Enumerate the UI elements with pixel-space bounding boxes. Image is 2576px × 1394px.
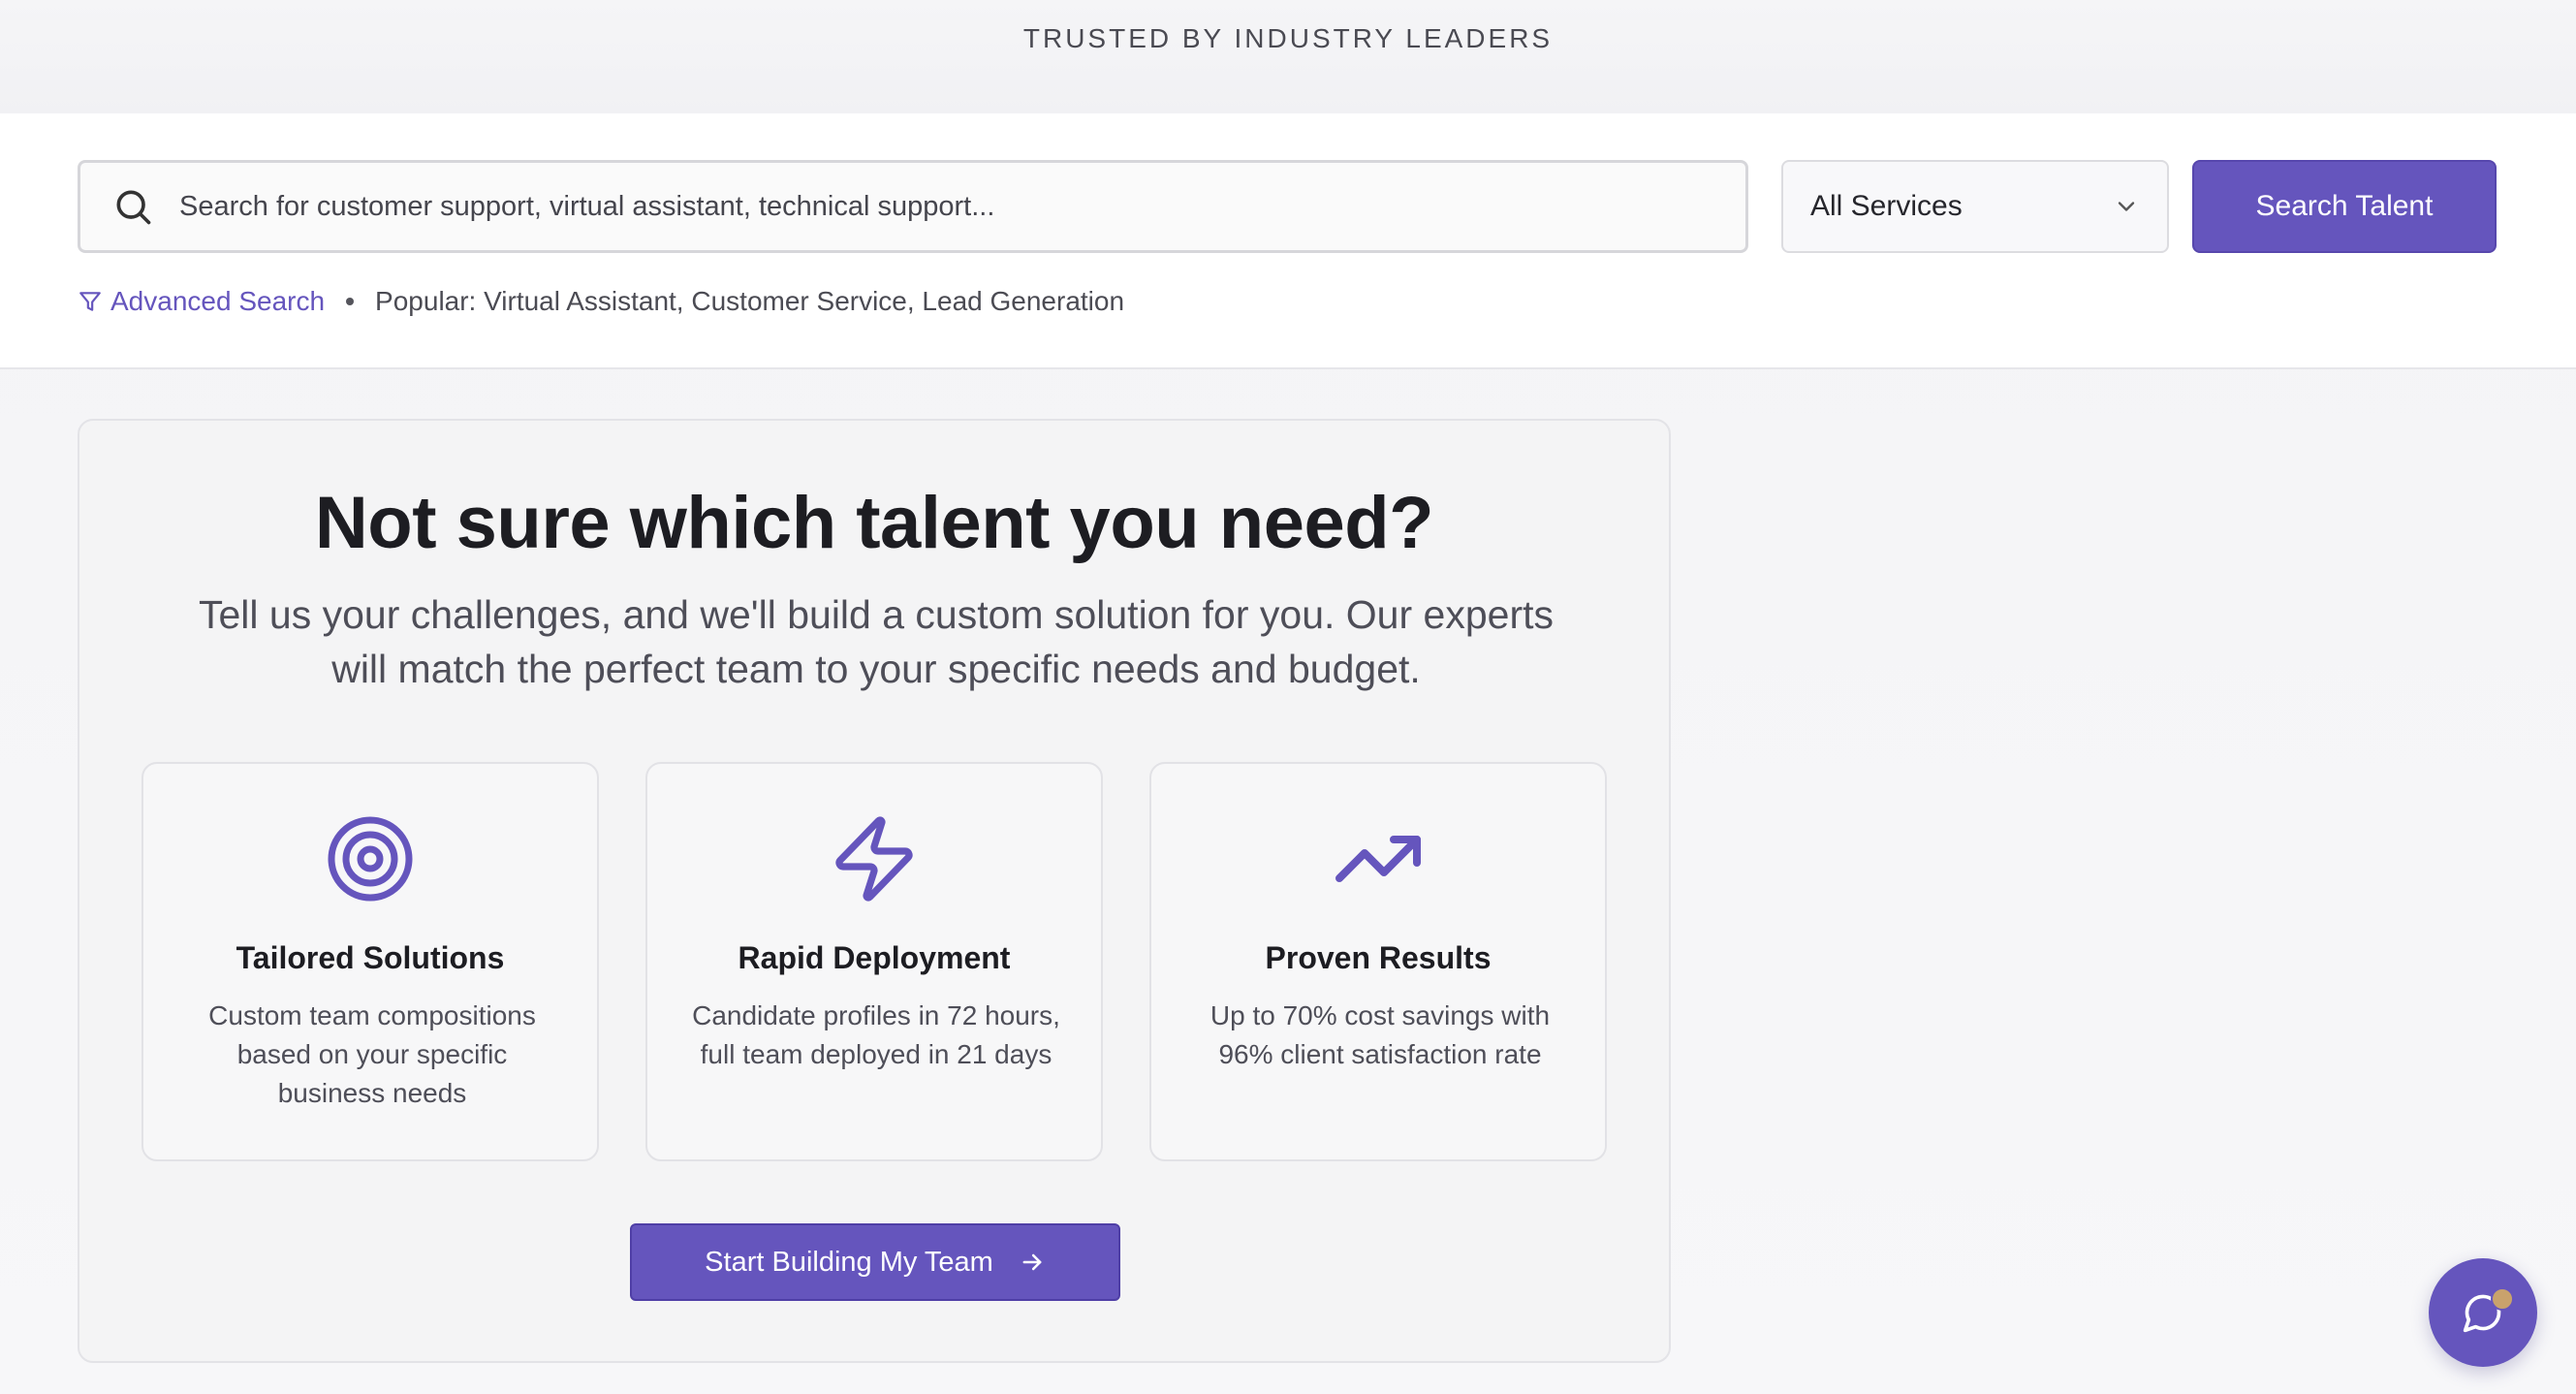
arrow-right-icon [1022, 1253, 1042, 1271]
service-select-value: All Services [1810, 190, 1963, 222]
feature-description: Candidate profiles in 72 hours, full tea… [692, 1000, 1060, 1069]
filter-icon [79, 292, 101, 311]
feature-list: Tailored Solutions Custom team compositi… [141, 762, 1607, 1161]
search-input[interactable] [179, 177, 1745, 236]
advanced-search-link[interactable]: Advanced Search [78, 286, 325, 317]
feature-rapid-deployment: Rapid Deployment Candidate profiles in 7… [645, 762, 1103, 1161]
separator-dot [346, 298, 355, 305]
feature-title: Proven Results [1265, 940, 1492, 975]
feature-tailored-solutions: Tailored Solutions Custom team compositi… [141, 762, 599, 1161]
start-building-team-button[interactable]: Start Building My Team [630, 1223, 1120, 1301]
search-icon [116, 190, 151, 225]
cta-label: Start Building My Team [705, 1246, 993, 1278]
search-meta: Advanced Search Popular: Virtual Assista… [78, 286, 1124, 317]
service-select[interactable]: All Services [1781, 160, 2169, 253]
advanced-search-label: Advanced Search [110, 286, 326, 316]
popular-searches: Popular: Virtual Assistant, Customer Ser… [375, 286, 1125, 316]
custom-solution-card: Not sure which talent you need? Tell us … [78, 419, 1671, 1363]
trending-up-icon [1335, 836, 1421, 882]
target-icon [328, 816, 413, 902]
trusted-section: TRUSTED BY INDUSTRY LEADERS [0, 0, 2576, 114]
page: TRUSTED BY INDUSTRY LEADERS All Services… [0, 0, 2576, 1394]
search-section: All Services Search Talent Advanced Sear… [0, 113, 2576, 369]
lightning-icon [835, 816, 913, 902]
feature-description: Up to 70% cost savings with 96% client s… [1209, 1000, 1551, 1069]
trusted-title: TRUSTED BY INDUSTRY LEADERS [1022, 23, 1554, 53]
search-talent-button[interactable]: Search Talent [2192, 160, 2497, 253]
feature-proven-results: Proven Results Up to 70% cost savings wi… [1149, 762, 1607, 1161]
chevron-down-icon [2118, 202, 2135, 211]
notification-dot [2491, 1287, 2514, 1311]
feature-description: Custom team compositions based on your s… [208, 1000, 536, 1108]
chat-button[interactable] [2429, 1258, 2537, 1367]
card-subtitle: Tell us your challenges, and we'll build… [199, 592, 1554, 691]
feature-title: Rapid Deployment [738, 940, 1011, 975]
feature-title: Tailored Solutions [236, 940, 505, 975]
card-title: Not sure which talent you need? [314, 482, 1434, 564]
search-box[interactable] [78, 160, 1748, 253]
